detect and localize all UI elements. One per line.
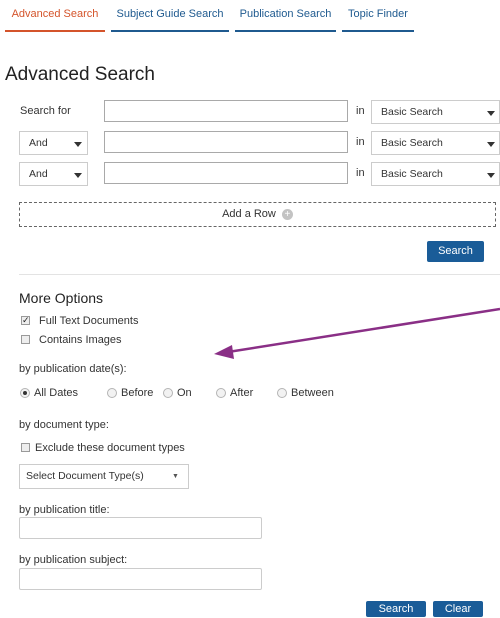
annotation-arrow [214, 307, 500, 359]
